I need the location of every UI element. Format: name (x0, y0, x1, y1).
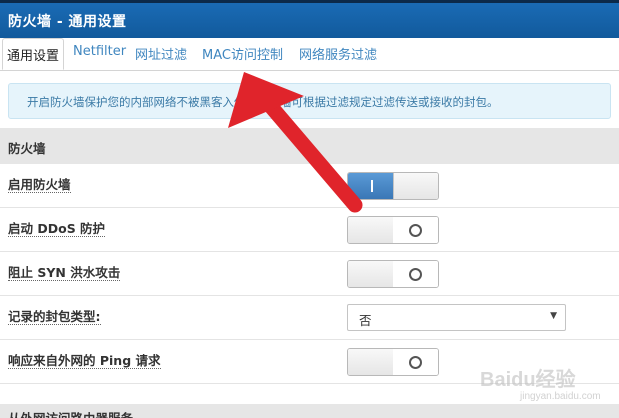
row-enable-firewall: 启用防火墙 (0, 164, 619, 208)
toggle-on-segment (348, 173, 393, 199)
logged-packet-type-label: 记录的封包类型: (8, 309, 101, 325)
tab-netfilter[interactable]: Netfilter (73, 44, 126, 59)
toggle-off-segment (393, 217, 438, 243)
row-logged-packet-type: 记录的封包类型: 否 ▼ (0, 296, 619, 340)
toggle-on-segment (348, 261, 394, 287)
on-indicator-icon (371, 180, 373, 192)
toggle-on-segment (348, 217, 394, 243)
info-alert: 开启防火墙保护您的内部网络不被黑客入侵。防火墙可根据过滤规定过滤传送或接收的封包… (8, 83, 611, 119)
logged-packet-type-select[interactable]: 否 ▼ (347, 304, 566, 331)
ddos-protection-label: 启动 DDoS 防护 (8, 221, 106, 237)
info-alert-text: 开启防火墙保护您的内部网络不被黑客入侵。防火墙可根据过滤规定过滤传送或接收的封包… (27, 95, 499, 109)
section-header-firewall: 防火墙 (0, 128, 619, 164)
off-indicator-icon (409, 356, 422, 369)
row-ddos-protection: 启动 DDoS 防护 (0, 208, 619, 252)
syn-flood-label: 阻止 SYN 洪水攻击 (8, 265, 121, 281)
tab-bar: 通用设置 Netfilter 网址过滤 MAC访问控制 网络服务过滤 (0, 38, 619, 71)
ddos-protection-toggle[interactable] (347, 216, 439, 244)
enable-firewall-toggle[interactable] (347, 172, 439, 200)
baidu-watermark-url: jingyan.baidu.com (520, 391, 601, 402)
toggle-off-segment (393, 261, 438, 287)
select-value: 否 (359, 313, 372, 328)
tab-network-service-filter[interactable]: 网络服务过滤 (299, 44, 377, 63)
off-indicator-icon (409, 268, 422, 281)
section-header-wan-access: 从外网访问路由器服务 (0, 404, 619, 418)
title-bar: 防火墙 - 通用设置 (0, 0, 619, 38)
syn-flood-toggle[interactable] (347, 260, 439, 288)
row-syn-flood: 阻止 SYN 洪水攻击 (0, 252, 619, 296)
tab-general-settings[interactable]: 通用设置 (2, 38, 65, 70)
tab-url-filter[interactable]: 网址过滤 (135, 44, 187, 63)
ping-response-toggle[interactable] (347, 348, 439, 376)
baidu-watermark: Baidu经验 (480, 369, 576, 391)
ping-response-label: 响应来自外网的 Ping 请求 (8, 353, 161, 369)
toggle-off-segment (393, 349, 438, 375)
page-title: 防火墙 - 通用设置 (8, 14, 127, 30)
section-title: 防火墙 (8, 141, 46, 156)
chevron-down-icon: ▼ (550, 311, 557, 321)
off-indicator-icon (409, 224, 422, 237)
next-section-title: 从外网访问路由器服务 (8, 408, 133, 418)
toggle-on-segment (348, 349, 394, 375)
toggle-off-segment (393, 173, 438, 199)
tab-mac-access-control[interactable]: MAC访问控制 (202, 44, 283, 63)
enable-firewall-label: 启用防火墙 (8, 177, 71, 193)
